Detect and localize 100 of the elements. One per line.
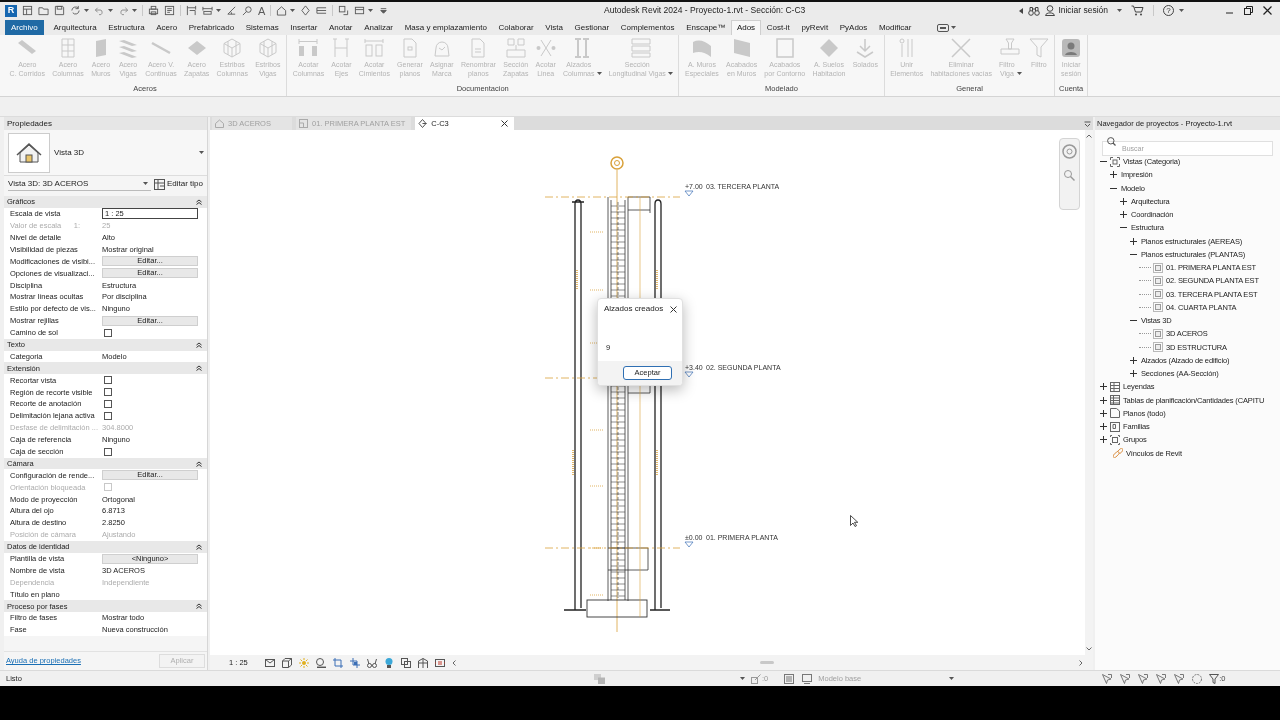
expand-icon[interactable] [1100,436,1107,444]
expand-icon[interactable] [1130,237,1137,245]
view-selector[interactable]: Vista 3D: 3D ACEROS [8,177,151,191]
cube-icon[interactable] [281,657,292,668]
expand-icon[interactable] [1100,423,1107,431]
collapse-icon[interactable] [196,543,202,550]
envelope-icon[interactable] [264,657,275,668]
expand-icon[interactable] [1120,211,1127,219]
checkbox[interactable] [104,388,112,397]
caret-icon[interactable] [951,26,957,29]
app-logo[interactable]: R [5,4,17,17]
expand-icon[interactable] [1100,396,1107,404]
collapse-icon[interactable] [196,603,202,610]
house-icon[interactable] [276,5,288,16]
lightbulb-icon[interactable] [383,657,394,668]
section-marker-icon[interactable] [300,5,312,16]
print-icon[interactable] [148,5,159,16]
thin-lines-icon[interactable] [316,5,328,16]
scroll-thumb[interactable] [760,661,775,664]
ribbon-tab[interactable]: Gestionar [568,20,615,35]
left-triangle-icon[interactable] [1019,7,1024,14]
checkbox[interactable] [104,376,112,385]
caret-icon[interactable] [949,677,955,680]
ribbon-tab[interactable]: Arquitectura [47,20,103,35]
collapse-icon[interactable] [196,365,202,372]
crop-region-icon[interactable] [349,657,360,668]
overlapping-squares-icon[interactable] [400,657,411,668]
ribbon-tab[interactable]: PyAdos [833,20,874,35]
ribbon-tab[interactable]: Sistemas [239,20,285,35]
expand-icon[interactable] [1100,409,1107,417]
expand-icon[interactable] [1120,197,1127,205]
measure-icon[interactable] [186,5,197,16]
customize-menu-icon[interactable] [378,5,390,16]
sync-icon[interactable] [70,5,81,16]
ribbon-tab[interactable]: Enscape™ [680,20,732,35]
document-icon[interactable] [164,5,175,16]
ribbon-tab[interactable]: Prefabricado [183,20,240,35]
binoculars-icon[interactable] [1028,5,1041,16]
caret-icon[interactable] [1117,9,1122,12]
collapse-icon[interactable] [196,460,202,467]
horizontal-scrollbar[interactable] [451,657,1083,668]
scroll-up-icon[interactable] [1086,134,1092,138]
close-icon[interactable] [500,120,508,127]
wheel-icon[interactable] [1062,144,1077,159]
pointer-select-icon[interactable] [1156,673,1167,684]
caret-icon[interactable] [216,9,221,12]
collapse-icon[interactable] [196,341,202,348]
expand-icon[interactable] [1130,356,1137,364]
checkbox[interactable] [104,328,112,337]
caret-icon[interactable] [84,9,89,12]
filter-icon[interactable] [1209,673,1220,684]
save-icon[interactable] [54,5,65,16]
pointer-select-icon[interactable] [1138,673,1149,684]
dashed-circle-icon[interactable] [1192,673,1203,684]
expand-icon[interactable] [1130,370,1137,378]
expand-icon[interactable] [1110,171,1117,179]
panel-toggle-icon[interactable] [937,23,950,32]
caret-icon[interactable] [290,9,296,12]
ribbon-tab[interactable]: Insertar [284,20,324,35]
shadow-icon[interactable] [315,657,326,668]
ribbon-tab[interactable]: Acero [150,20,183,35]
list-box-icon[interactable] [784,673,795,684]
ribbon-tab[interactable]: Complementos [614,20,681,35]
ribbon-tab[interactable]: Ados [731,20,761,35]
expand-icon[interactable] [1100,383,1107,391]
close-windows-icon[interactable] [338,5,350,16]
caret-icon[interactable] [368,9,374,12]
ribbon-tab[interactable]: Anotar [323,20,359,35]
edit-type-button[interactable]: Editar tipo [154,178,204,190]
caret-icon[interactable] [199,151,204,154]
close-icon[interactable] [670,305,677,313]
checkbox[interactable] [104,447,112,456]
file-menu-button[interactable]: Archivo [5,20,44,35]
ribbon-tab[interactable]: Analizar [358,20,399,35]
circle-tag-icon[interactable] [242,5,253,16]
checkbox[interactable] [104,411,112,420]
caret-icon[interactable] [143,182,148,185]
checkbox[interactable] [104,400,112,409]
caret-icon[interactable] [1179,9,1184,12]
switch-windows-icon[interactable] [354,5,366,16]
caret-icon[interactable] [740,677,745,680]
caret-icon[interactable] [132,9,137,12]
monitor-icon[interactable] [802,673,813,684]
ribbon-tab[interactable]: pyRevit [795,20,834,35]
close-icon[interactable] [1263,6,1272,15]
glasses-icon[interactable] [366,657,377,668]
ribbon-tab[interactable]: Masa y emplazamiento [398,20,493,35]
constraints-icon[interactable] [434,657,445,668]
collapse-icon[interactable] [196,198,202,205]
folder-icon[interactable] [38,5,49,16]
pointer-select-icon[interactable] [1174,673,1185,684]
ribbon-tab[interactable]: Modificar [873,20,918,35]
angle-icon[interactable] [226,5,237,16]
crop-icon[interactable] [332,657,343,668]
cart-icon[interactable] [1131,5,1144,16]
restore-icon[interactable] [1244,6,1253,15]
ribbon-tab[interactable]: Cost-it [760,20,796,35]
ribbon-tab[interactable]: Colaborar [492,20,540,35]
window-icon[interactable] [22,5,33,16]
text-tool-button[interactable]: A [258,4,266,17]
